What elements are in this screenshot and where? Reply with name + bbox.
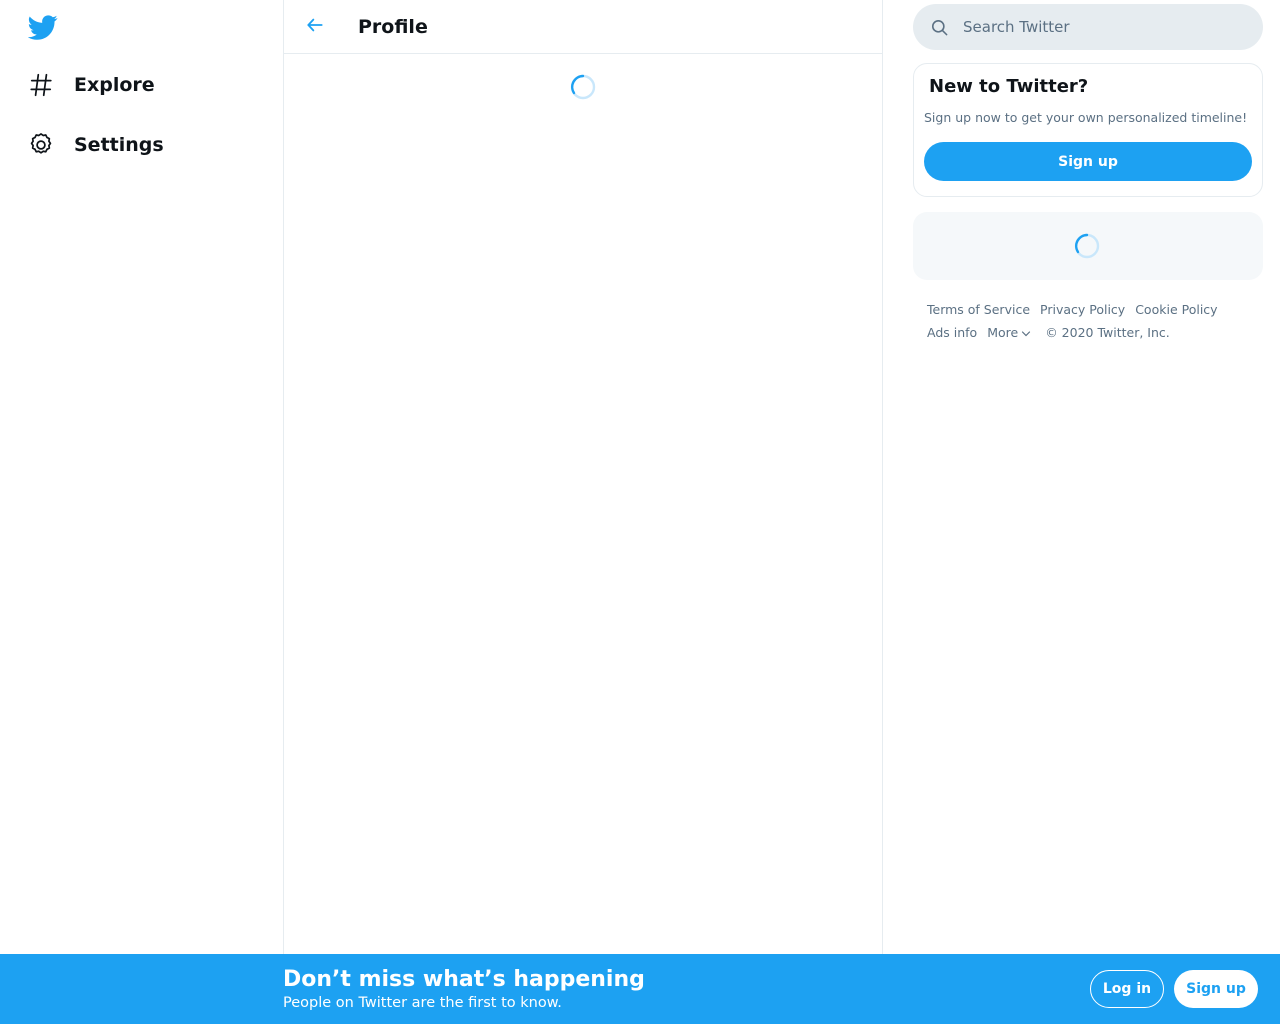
hashtag-icon [28, 72, 54, 98]
footer-row: Ads info More © 2020 Twitter, Inc. [927, 321, 1257, 344]
footer-row: Terms of Service Privacy Policy Cookie P… [927, 298, 1257, 321]
left-nav: Explore Settings [0, 0, 283, 954]
banner-title: Don’t miss what’s happening [283, 967, 645, 992]
main-header: Profile [284, 0, 882, 54]
footer-link-terms[interactable]: Terms of Service [927, 302, 1030, 317]
gear-icon [28, 132, 54, 158]
footer-link-privacy[interactable]: Privacy Policy [1040, 302, 1125, 317]
loading-spinner-icon [570, 74, 596, 100]
sign-up-button[interactable]: Sign up [924, 142, 1252, 181]
banner-subtitle: People on Twitter are the first to know. [283, 995, 562, 1011]
card-description: Sign up now to get your own personalized… [924, 110, 1248, 125]
banner-sign-up-button[interactable]: Sign up [1174, 970, 1258, 1008]
copyright-text: © 2020 Twitter, Inc. [1045, 325, 1170, 340]
nav-item-label: Explore [74, 74, 155, 96]
page-title: Profile [358, 15, 428, 38]
arrow-left-icon [305, 15, 325, 39]
more-label: More [987, 325, 1019, 340]
signup-card: New to Twitter? Sign up now to get your … [913, 63, 1263, 197]
log-in-button[interactable]: Log in [1090, 970, 1164, 1008]
nav-item-explore[interactable]: Explore [28, 70, 155, 100]
main-column: Profile [283, 0, 883, 954]
nav-item-settings[interactable]: Settings [28, 130, 164, 160]
footer-links: Terms of Service Privacy Policy Cookie P… [927, 298, 1257, 344]
chevron-down-icon [1021, 328, 1031, 338]
app-root: Explore Settings Profile Search Twitter … [0, 0, 1280, 1024]
search-input[interactable] [963, 18, 1243, 36]
bottom-signup-banner: Don’t miss what’s happening People on Tw… [0, 954, 1280, 1024]
footer-link-cookie[interactable]: Cookie Policy [1135, 302, 1217, 317]
twitter-bird-icon[interactable] [27, 12, 58, 42]
nav-item-label: Settings [74, 134, 164, 156]
search-box[interactable] [913, 4, 1263, 50]
search-icon [929, 17, 949, 37]
loading-spinner-icon [1074, 233, 1100, 259]
footer-link-ads-info[interactable]: Ads info [927, 325, 977, 340]
footer-more-button[interactable]: More [987, 325, 1031, 340]
back-button[interactable] [302, 14, 328, 40]
trends-placeholder [913, 212, 1263, 280]
card-title: New to Twitter? [929, 76, 1089, 97]
